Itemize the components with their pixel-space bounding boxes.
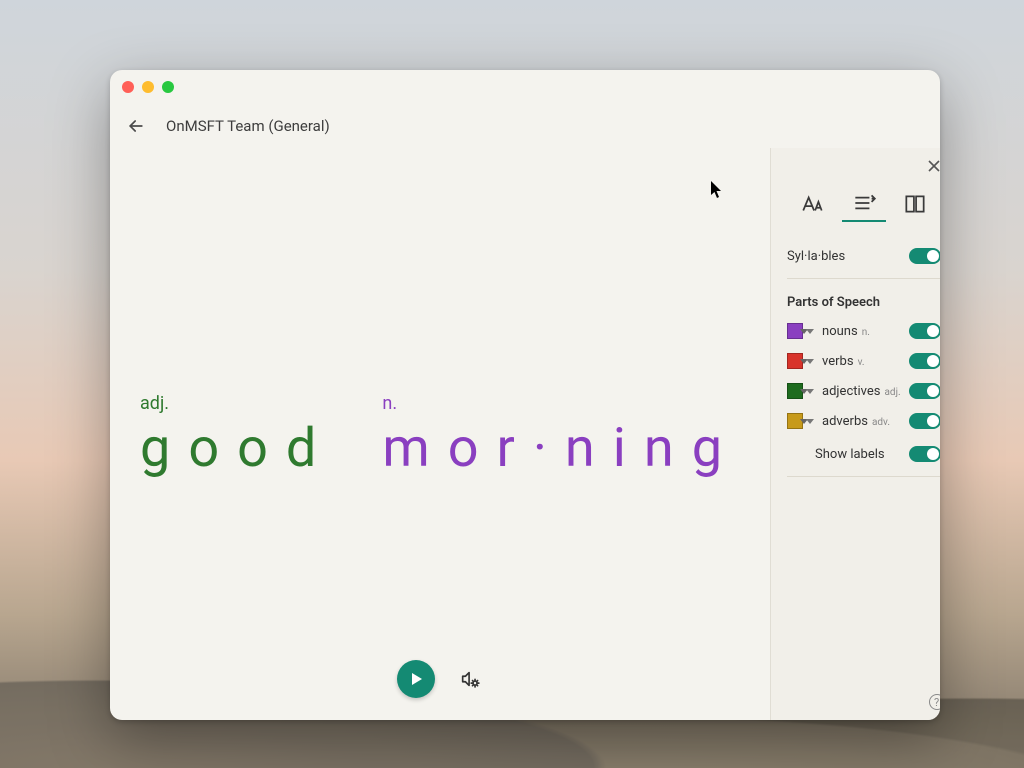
pos-label: n. <box>382 393 397 414</box>
divider <box>787 278 940 279</box>
player-controls <box>110 660 770 698</box>
pos-label: adj. <box>140 393 169 414</box>
chevron-down-icon <box>806 389 814 394</box>
app-window: OnMSFT Team (General) adj. good n. mor·ning <box>110 70 940 720</box>
show-labels-row: Show labels <box>787 436 940 472</box>
sentence: adj. good n. mor·ning <box>140 393 740 476</box>
word-block: adj. good <box>140 393 334 476</box>
arrow-left-icon <box>126 116 146 136</box>
color-swatch[interactable] <box>787 353 803 369</box>
word-text: mor·ning <box>382 422 740 476</box>
speaker-gear-icon <box>459 668 481 690</box>
titlebar <box>110 70 940 104</box>
chevron-down-icon <box>806 329 814 334</box>
color-picker[interactable] <box>787 323 814 339</box>
tab-text-preferences[interactable] <box>791 186 835 222</box>
play-icon <box>409 671 425 687</box>
chevron-down-icon <box>806 359 814 364</box>
parts-of-speech-heading: Parts of Speech <box>787 283 940 316</box>
text-size-icon <box>800 191 826 217</box>
chevron-down-icon <box>806 419 814 424</box>
show-labels-toggle[interactable] <box>909 446 940 462</box>
pos-row-adverbs: adverbsadv. <box>787 406 940 436</box>
mouse-cursor-icon <box>710 180 724 200</box>
main-body: adj. good n. mor·ning <box>110 148 940 720</box>
pos-toggle-adverbs[interactable] <box>909 413 940 429</box>
zoom-window-button[interactable] <box>162 81 174 93</box>
syllables-row: Syl·la·bles <box>787 238 940 274</box>
pos-row-verbs: verbsv. <box>787 346 940 376</box>
pos-abbr: adj. <box>884 387 900 398</box>
close-window-button[interactable] <box>122 81 134 93</box>
reading-stage: adj. good n. mor·ning <box>110 148 770 720</box>
pos-abbr: adv. <box>872 417 890 428</box>
color-swatch[interactable] <box>787 323 803 339</box>
pos-name: nounsn. <box>822 324 901 339</box>
pos-abbr: n. <box>862 327 870 338</box>
close-icon <box>927 159 940 173</box>
pos-toggle-nouns[interactable] <box>909 323 940 339</box>
back-button[interactable] <box>120 110 152 142</box>
color-swatch[interactable] <box>787 383 803 399</box>
pos-row-nouns: nounsn. <box>787 316 940 346</box>
close-panel-button[interactable] <box>927 158 940 176</box>
word-text: good <box>140 422 334 476</box>
color-picker[interactable] <box>787 383 814 399</box>
tab-reading-preferences[interactable] <box>893 186 937 222</box>
parts-of-speech-list: nounsn. verbsv. adjectivesadj. adverbsadv. <box>787 316 940 436</box>
pos-toggle-verbs[interactable] <box>909 353 940 369</box>
play-button[interactable] <box>397 660 435 698</box>
panel-tabs <box>787 186 940 222</box>
pos-row-adjectives: adjectivesadj. <box>787 376 940 406</box>
divider <box>787 476 940 477</box>
syllables-toggle[interactable] <box>909 248 940 264</box>
window-controls <box>122 81 174 93</box>
pos-name: verbsv. <box>822 354 901 369</box>
word-block: n. mor·ning <box>382 393 740 476</box>
pos-name: adjectivesadj. <box>822 384 901 399</box>
minimize-window-button[interactable] <box>142 81 154 93</box>
color-picker[interactable] <box>787 353 814 369</box>
color-picker[interactable] <box>787 413 814 429</box>
show-labels-label: Show labels <box>815 447 885 462</box>
help-button[interactable]: ? <box>929 694 940 710</box>
page-title: OnMSFT Team (General) <box>166 117 330 135</box>
grammar-icon <box>851 190 877 216</box>
book-icon <box>902 191 928 217</box>
pos-abbr: v. <box>858 357 865 368</box>
grammar-panel: Syl·la·bles Parts of Speech nounsn. verbs… <box>770 148 940 720</box>
syllables-label: Syl·la·bles <box>787 249 845 264</box>
tab-grammar-options[interactable] <box>842 186 886 222</box>
pos-toggle-adjectives[interactable] <box>909 383 940 399</box>
color-swatch[interactable] <box>787 413 803 429</box>
header-bar: OnMSFT Team (General) <box>110 104 940 148</box>
pos-name: adverbsadv. <box>822 414 901 429</box>
voice-settings-button[interactable] <box>457 666 483 692</box>
